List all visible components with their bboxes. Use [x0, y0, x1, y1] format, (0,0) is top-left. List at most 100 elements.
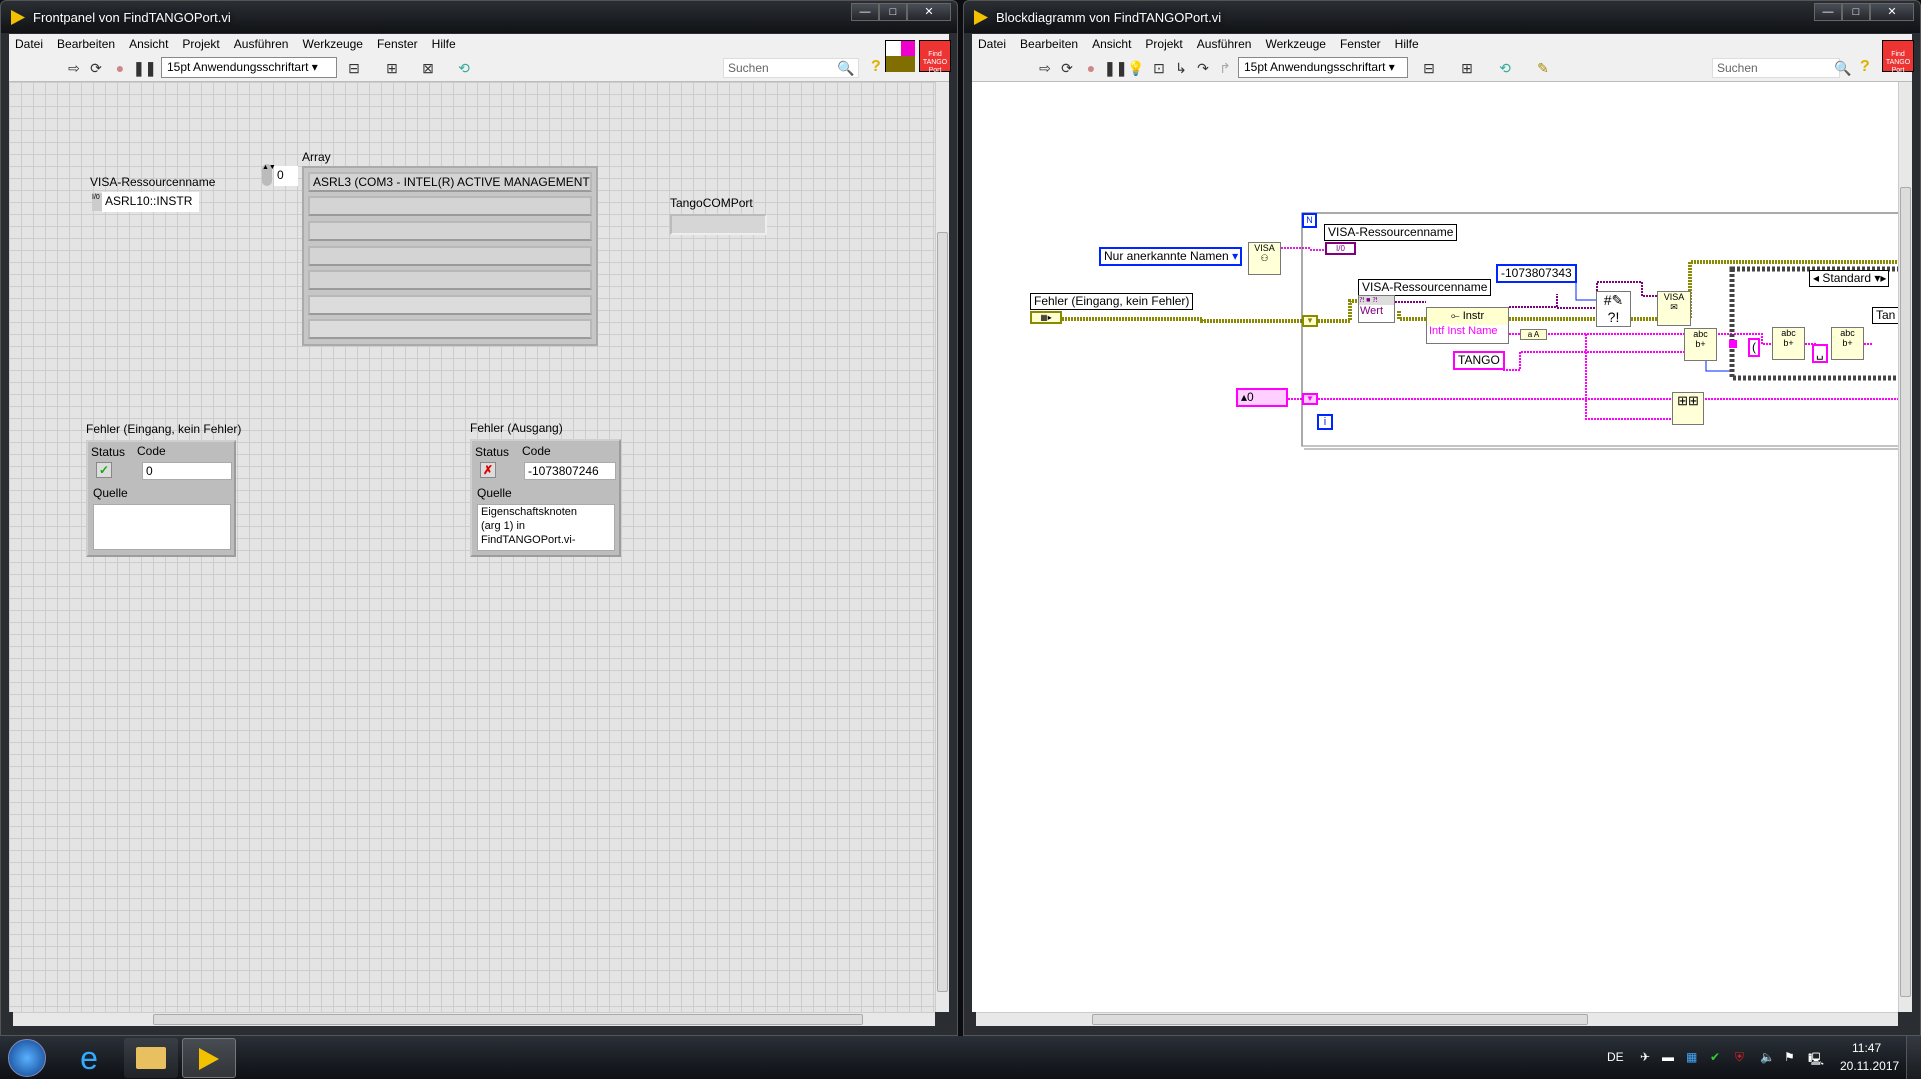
font-select[interactable]: 15pt Anwendungsschriftart ▾ — [161, 57, 337, 78]
visa-find-resource-node[interactable]: VISA ⚇ — [1248, 242, 1281, 275]
tray-volume-icon[interactable]: 🔈 — [1760, 1050, 1775, 1064]
menu-ansicht[interactable]: Ansicht — [1092, 37, 1131, 51]
pause-icon[interactable]: ❚❚ — [1104, 60, 1127, 76]
cleanup-diagram-icon[interactable]: ✎ — [1534, 60, 1552, 76]
distribute-icon[interactable]: ⊞ — [1458, 60, 1476, 76]
tray-drive-icon[interactable]: ▬ — [1662, 1050, 1674, 1064]
reorder-icon[interactable]: ⟲ — [1496, 60, 1514, 76]
array-element[interactable] — [308, 270, 592, 290]
build-array-node[interactable]: ⊞⊞ — [1672, 392, 1704, 425]
step-into-icon[interactable]: ↳ — [1172, 60, 1190, 76]
run-arrow-icon[interactable]: ⇨ — [1036, 60, 1054, 76]
tray-usb-icon[interactable]: ✔ — [1710, 1050, 1720, 1064]
run-arrow-icon[interactable]: ⇨ — [65, 60, 83, 76]
help-icon[interactable]: ? — [1860, 58, 1870, 76]
tray-antivirus-icon[interactable]: ⛨ — [1735, 1050, 1744, 1065]
distribute-icon[interactable]: ⊞ — [383, 60, 401, 76]
abort-icon[interactable]: ● — [1082, 60, 1100, 76]
visa-resource-control[interactable]: ASRL10::INSTR — [102, 192, 199, 212]
start-button[interactable] — [8, 1039, 46, 1077]
block-diagram-canvas[interactable]: N VISA-Ressourcenname I/0 Nur anerkannte… — [972, 82, 1898, 1012]
array-element[interactable] — [308, 319, 592, 339]
title-bar[interactable]: Frontpanel von FindTANGOPort.vi — □ ✕ — [1, 1, 957, 33]
vertical-scrollbar[interactable] — [1898, 82, 1912, 1012]
retain-wire-values-icon[interactable]: ⊡ — [1150, 60, 1168, 76]
maximize-button[interactable]: □ — [1842, 3, 1870, 21]
search-icon[interactable]: 🔍 — [1834, 60, 1852, 76]
match-pattern-node[interactable]: abc b+ — [1684, 328, 1717, 361]
loop-count-terminal[interactable]: N — [1302, 213, 1317, 228]
property-node[interactable]: ⁈ ■ ⁈ Wert — [1358, 295, 1395, 323]
run-continuously-icon[interactable]: ⟳ — [87, 60, 105, 76]
tray-action-center-flag-icon[interactable]: ⚑ — [1784, 1050, 1795, 1064]
menu-fenster[interactable]: Fenster — [377, 37, 418, 51]
menu-bearbeiten[interactable]: Bearbeiten — [1020, 37, 1078, 51]
error-in-source[interactable] — [93, 504, 231, 550]
error-code-constant[interactable]: -1073807343 — [1496, 264, 1577, 283]
menu-datei[interactable]: Datei — [978, 37, 1006, 51]
vertical-scrollbar[interactable] — [935, 82, 949, 1012]
vi-icon[interactable]: Find TANGO Port — [919, 40, 951, 74]
abort-icon[interactable]: ● — [111, 60, 129, 76]
visa-resource-terminal[interactable]: I/0 — [1325, 242, 1356, 255]
menu-fenster[interactable]: Fenster — [1340, 37, 1381, 51]
step-over-icon[interactable]: ↷ — [1194, 60, 1212, 76]
reorder-icon[interactable]: ⟲ — [455, 60, 473, 76]
minimize-button[interactable]: — — [851, 3, 879, 21]
case-selector[interactable]: ◂ Standard ▾▸ — [1809, 270, 1889, 287]
tray-network-tool-icon[interactable]: ✈ — [1640, 1050, 1650, 1064]
error-in-terminal[interactable]: ▦▸ — [1030, 311, 1062, 324]
match-pattern-node[interactable]: abc b+ — [1772, 327, 1805, 360]
menu-bearbeiten[interactable]: Bearbeiten — [57, 37, 115, 51]
close-button[interactable]: ✕ — [1870, 3, 1914, 21]
align-icon[interactable]: ⊟ — [1420, 60, 1438, 76]
highlight-execution-icon[interactable]: 💡 — [1127, 60, 1145, 76]
minimize-button[interactable]: — — [1814, 3, 1842, 21]
space-string-constant[interactable]: ␣ — [1812, 344, 1828, 363]
menu-hilfe[interactable]: Hilfe — [1395, 37, 1419, 51]
clock-date[interactable]: 20.11.2017 — [1840, 1059, 1899, 1073]
menu-ausfuehren[interactable]: Ausführen — [234, 37, 289, 51]
align-icon[interactable]: ⊟ — [345, 60, 363, 76]
internet-explorer-icon[interactable]: e — [62, 1038, 116, 1078]
tray-app-icon[interactable]: ▦ — [1686, 1050, 1697, 1064]
horizontal-scrollbar[interactable] — [976, 1012, 1898, 1026]
to-upper-case-node[interactable]: a A — [1520, 329, 1547, 340]
array-element[interactable]: ASRL3 (COM3 - INTEL(R) ACTIVE MANAGEMENT — [308, 172, 592, 192]
pause-icon[interactable]: ❚❚ — [133, 60, 156, 76]
language-indicator[interactable]: DE — [1607, 1050, 1624, 1064]
clock-time[interactable]: 11:47 — [1852, 1041, 1881, 1055]
step-out-icon[interactable]: ↱ — [1216, 60, 1234, 76]
menu-ausfuehren[interactable]: Ausführen — [1197, 37, 1252, 51]
menu-ansicht[interactable]: Ansicht — [129, 37, 168, 51]
tango-string-constant[interactable]: TANGO — [1453, 351, 1505, 370]
menu-datei[interactable]: Datei — [15, 37, 43, 51]
menu-werkzeuge[interactable]: Werkzeuge — [1265, 37, 1325, 51]
menu-projekt[interactable]: Projekt — [182, 37, 219, 51]
connector-pane-icon[interactable] — [885, 40, 915, 72]
run-continuously-icon[interactable]: ⟳ — [1058, 60, 1076, 76]
help-icon[interactable]: ? — [871, 58, 881, 76]
vi-icon[interactable]: Find TANGO Port — [1882, 40, 1914, 74]
menu-hilfe[interactable]: Hilfe — [432, 37, 456, 51]
search-icon[interactable]: 🔍 — [837, 60, 855, 76]
error-code-compare-node[interactable]: #✎?! — [1596, 291, 1631, 327]
labview-taskbar-icon[interactable] — [182, 1038, 236, 1078]
match-pattern-node[interactable]: abc b+ — [1831, 327, 1864, 360]
front-panel-canvas[interactable]: VISA-Ressourcenname I/0 ASRL10::INSTR Ar… — [9, 82, 935, 1012]
status-ok-icon[interactable]: ✓ — [96, 462, 112, 478]
array-index[interactable]: 0 — [274, 166, 298, 186]
title-bar[interactable]: Blockdiagramm von FindTANGOPort.vi — □ ✕ — [964, 1, 1920, 33]
show-desktop-button[interactable] — [1906, 1036, 1921, 1079]
menu-werkzeuge[interactable]: Werkzeuge — [302, 37, 362, 51]
horizontal-scrollbar[interactable] — [13, 1012, 935, 1026]
visa-close-node[interactable]: VISA ✉ — [1657, 291, 1691, 326]
array-element[interactable] — [308, 196, 592, 216]
tray-network-icon[interactable]: 🖳 — [1808, 1050, 1824, 1071]
menu-projekt[interactable]: Projekt — [1145, 37, 1182, 51]
close-button[interactable]: ✕ — [907, 3, 951, 21]
search-input[interactable]: Suchen — [1712, 58, 1840, 78]
array-element[interactable] — [308, 246, 592, 266]
zero-numeric-constant[interactable]: ▴0 — [1236, 388, 1288, 407]
instr-property-node[interactable]: ⟜ Instr Intf Inst Name — [1426, 307, 1509, 344]
